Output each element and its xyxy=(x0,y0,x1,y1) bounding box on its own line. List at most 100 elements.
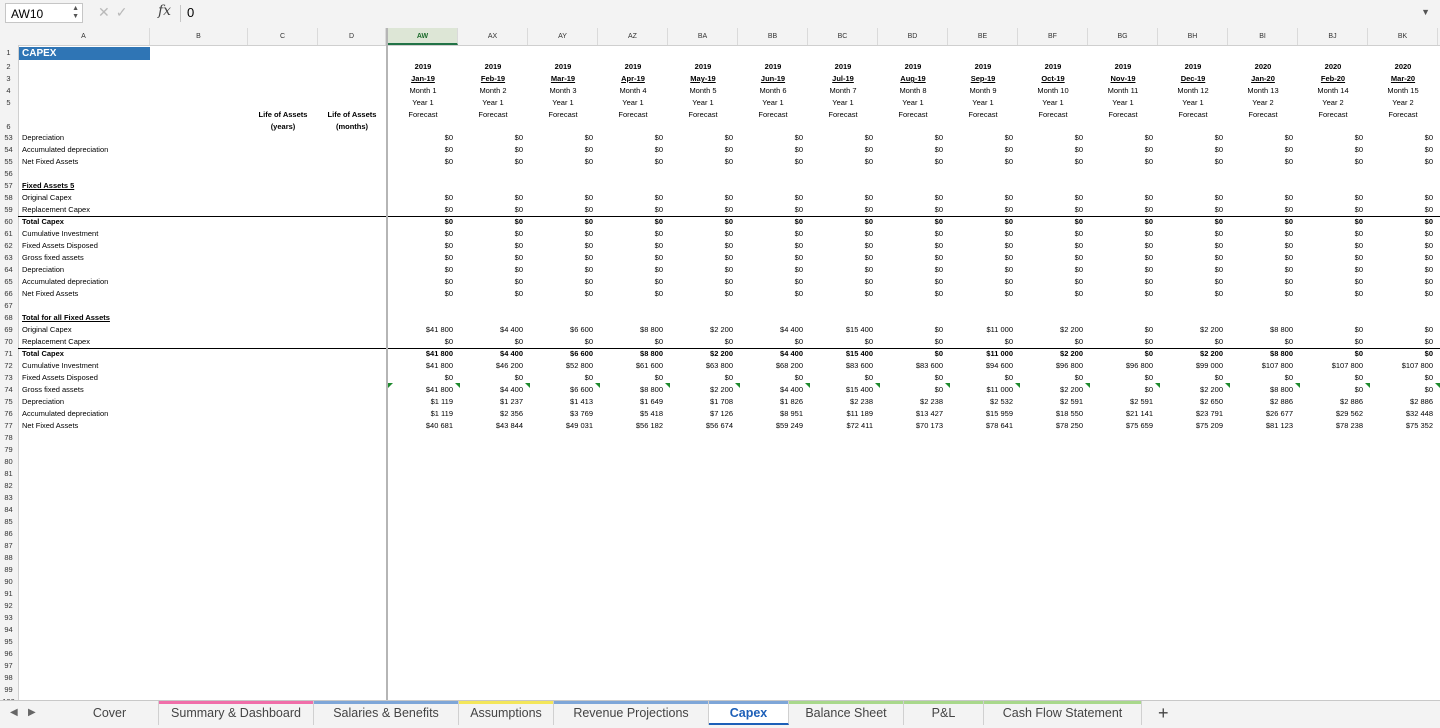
value-cell[interactable]: $0 xyxy=(1373,192,1433,204)
sheet-tab-salaries-benefits[interactable]: Salaries & Benefits xyxy=(314,701,459,725)
value-cell[interactable]: $49 031 xyxy=(533,420,593,432)
value-cell[interactable]: $0 xyxy=(1303,192,1363,204)
value-cell[interactable]: $0 xyxy=(533,372,593,384)
sheet-tab-cash-flow-statement[interactable]: Cash Flow Statement xyxy=(984,701,1142,725)
value-cell[interactable]: $0 xyxy=(533,264,593,276)
value-cell[interactable]: $0 xyxy=(1303,276,1363,288)
value-cell[interactable]: $0 xyxy=(393,156,453,168)
value-cell[interactable]: $0 xyxy=(603,336,663,348)
value-cell[interactable]: $0 xyxy=(533,132,593,144)
row-label[interactable]: Depreciation xyxy=(22,396,64,408)
value-cell[interactable]: $96 800 xyxy=(1023,360,1083,372)
value-cell[interactable]: $94 600 xyxy=(953,360,1013,372)
value-cell[interactable]: $0 xyxy=(673,336,733,348)
value-cell[interactable]: $63 800 xyxy=(673,360,733,372)
value-cell[interactable]: $0 xyxy=(1303,372,1363,384)
value-cell[interactable]: $23 791 xyxy=(1163,408,1223,420)
value-cell[interactable]: $0 xyxy=(743,288,803,300)
value-cell[interactable]: $0 xyxy=(393,216,453,228)
value-cell[interactable]: $0 xyxy=(1233,216,1293,228)
value-cell[interactable]: $0 xyxy=(533,336,593,348)
value-cell[interactable]: $0 xyxy=(533,192,593,204)
value-cell[interactable]: $0 xyxy=(1233,288,1293,300)
value-cell[interactable]: $0 xyxy=(673,144,733,156)
value-cell[interactable]: $0 xyxy=(883,276,943,288)
value-cell[interactable]: $78 238 xyxy=(1303,420,1363,432)
value-cell[interactable]: $0 xyxy=(603,156,663,168)
value-cell[interactable]: $0 xyxy=(743,144,803,156)
value-cell[interactable]: $2 591 xyxy=(1093,396,1153,408)
value-cell[interactable]: $0 xyxy=(1303,132,1363,144)
value-cell[interactable]: $4 400 xyxy=(463,324,523,336)
value-cell[interactable]: $0 xyxy=(1373,240,1433,252)
value-cell[interactable]: $0 xyxy=(1093,336,1153,348)
value-cell[interactable]: $2 200 xyxy=(673,348,733,360)
value-cell[interactable]: $0 xyxy=(1373,252,1433,264)
value-cell[interactable]: $0 xyxy=(1093,132,1153,144)
value-cell[interactable]: $0 xyxy=(393,336,453,348)
value-cell[interactable]: $1 826 xyxy=(743,396,803,408)
value-cell[interactable]: $0 xyxy=(883,144,943,156)
value-cell[interactable]: $0 xyxy=(1373,216,1433,228)
row-label[interactable]: Accumulated depreciation xyxy=(22,144,108,156)
value-cell[interactable]: $0 xyxy=(1093,264,1153,276)
value-cell[interactable]: $0 xyxy=(813,216,873,228)
row-label[interactable]: Replacement Capex xyxy=(22,204,90,216)
value-cell[interactable]: $2 238 xyxy=(813,396,873,408)
value-cell[interactable]: $0 xyxy=(813,132,873,144)
value-cell[interactable]: $0 xyxy=(1093,372,1153,384)
value-cell[interactable]: $0 xyxy=(883,348,943,360)
value-cell[interactable]: $1 649 xyxy=(603,396,663,408)
value-cell[interactable]: $0 xyxy=(673,252,733,264)
value-cell[interactable]: $59 249 xyxy=(743,420,803,432)
row-label[interactable]: Fixed Assets Disposed xyxy=(22,372,98,384)
value-cell[interactable]: $0 xyxy=(953,240,1013,252)
row-label[interactable]: Total for all Fixed Assets xyxy=(22,312,110,324)
value-cell[interactable]: $0 xyxy=(883,384,943,396)
value-cell[interactable]: $0 xyxy=(393,144,453,156)
value-cell[interactable]: $0 xyxy=(463,192,523,204)
add-sheet-icon[interactable]: + xyxy=(1158,703,1169,724)
value-cell[interactable]: $0 xyxy=(953,372,1013,384)
value-cell[interactable]: $0 xyxy=(1303,240,1363,252)
value-cell[interactable]: $0 xyxy=(393,204,453,216)
value-cell[interactable]: $0 xyxy=(1163,240,1223,252)
sheet-tab-summary-dashboard[interactable]: Summary & Dashboard xyxy=(159,701,314,725)
value-cell[interactable]: $0 xyxy=(1093,276,1153,288)
value-cell[interactable]: $0 xyxy=(883,372,943,384)
value-cell[interactable]: $6 600 xyxy=(533,324,593,336)
value-cell[interactable]: $4 400 xyxy=(463,384,523,396)
value-cell[interactable]: $0 xyxy=(1233,372,1293,384)
value-cell[interactable]: $21 141 xyxy=(1093,408,1153,420)
value-cell[interactable]: $0 xyxy=(393,288,453,300)
value-cell[interactable]: $0 xyxy=(393,228,453,240)
value-cell[interactable]: $0 xyxy=(603,288,663,300)
value-cell[interactable]: $0 xyxy=(673,204,733,216)
value-cell[interactable]: $75 659 xyxy=(1093,420,1153,432)
value-cell[interactable]: $0 xyxy=(743,216,803,228)
value-cell[interactable]: $0 xyxy=(743,192,803,204)
value-cell[interactable]: $0 xyxy=(1163,336,1223,348)
value-cell[interactable]: $0 xyxy=(883,228,943,240)
row-label[interactable]: Net Fixed Assets xyxy=(22,420,78,432)
value-cell[interactable]: $1 119 xyxy=(393,396,453,408)
value-cell[interactable]: $0 xyxy=(953,276,1013,288)
value-cell[interactable]: $0 xyxy=(463,240,523,252)
value-cell[interactable]: $0 xyxy=(1233,336,1293,348)
value-cell[interactable]: $0 xyxy=(673,276,733,288)
value-cell[interactable]: $7 126 xyxy=(673,408,733,420)
value-cell[interactable]: $0 xyxy=(1373,144,1433,156)
value-cell[interactable]: $0 xyxy=(1023,372,1083,384)
value-cell[interactable]: $0 xyxy=(1163,192,1223,204)
value-cell[interactable]: $0 xyxy=(883,336,943,348)
value-cell[interactable]: $46 200 xyxy=(463,360,523,372)
value-cell[interactable]: $0 xyxy=(603,228,663,240)
value-cell[interactable]: $0 xyxy=(673,132,733,144)
value-cell[interactable]: $8 800 xyxy=(603,384,663,396)
value-cell[interactable]: $0 xyxy=(463,156,523,168)
value-cell[interactable]: $41 800 xyxy=(393,384,453,396)
value-cell[interactable]: $0 xyxy=(1373,348,1433,360)
value-cell[interactable]: $0 xyxy=(1093,384,1153,396)
value-cell[interactable]: $0 xyxy=(1373,228,1433,240)
value-cell[interactable]: $0 xyxy=(1023,216,1083,228)
